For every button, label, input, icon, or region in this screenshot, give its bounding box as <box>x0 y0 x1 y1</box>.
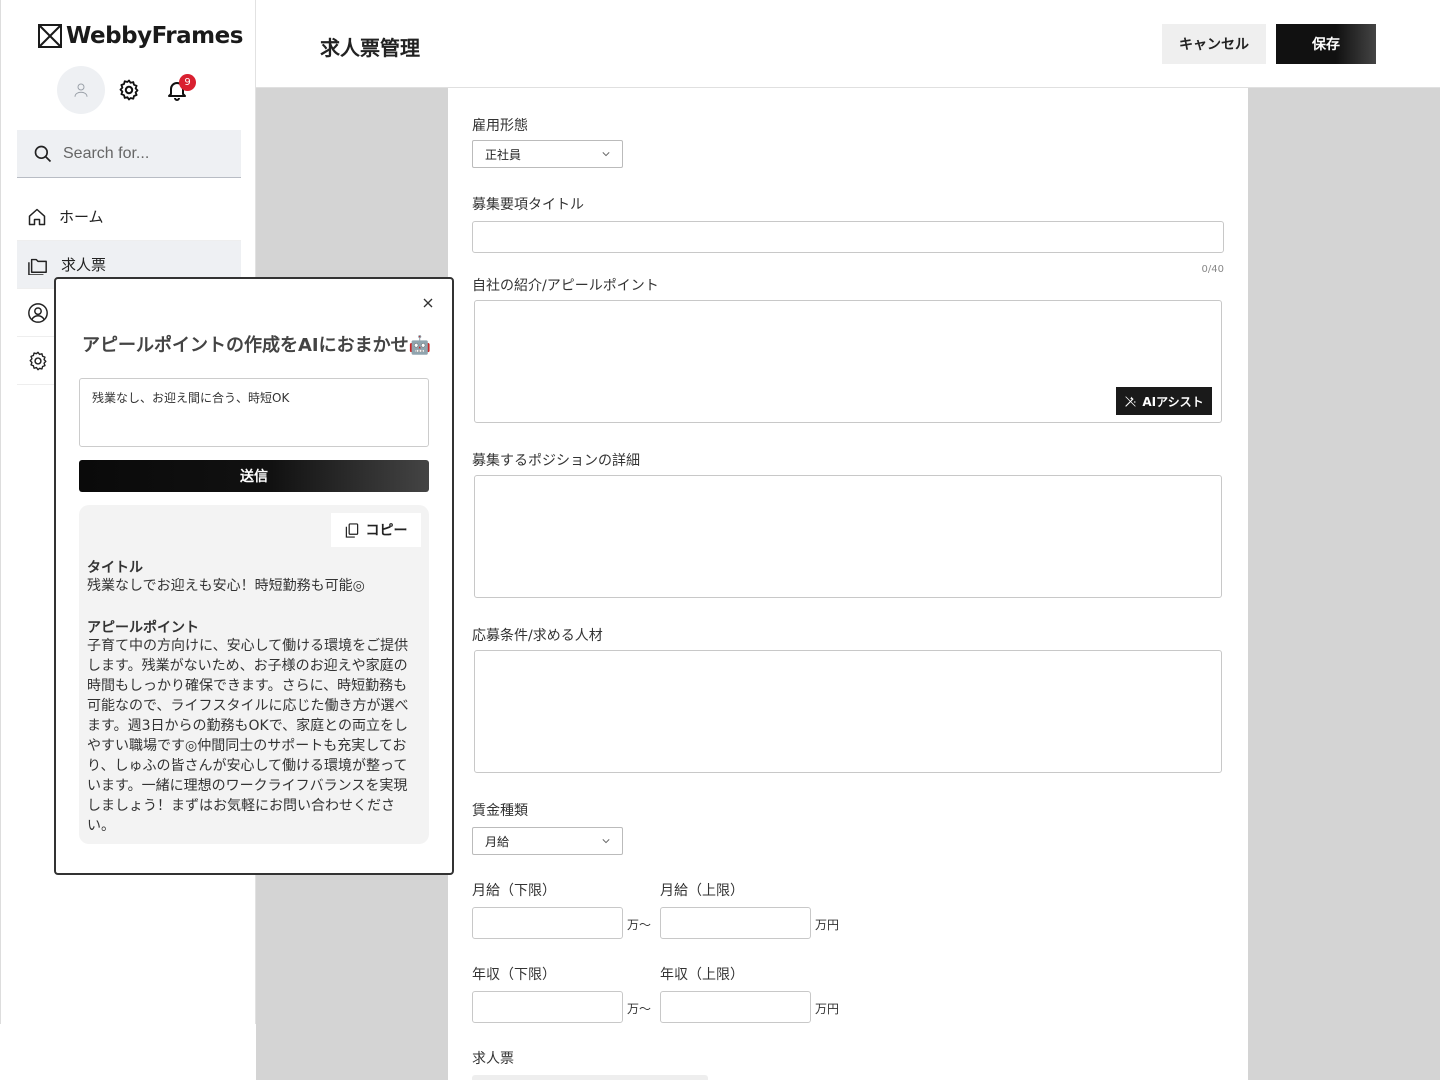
ai-prompt-input[interactable]: 残業なし、お迎え間に合う、時短OK <box>79 378 429 447</box>
logo-icon <box>38 24 62 48</box>
result-appeal-text: 子育て中の方向けに、安心して働ける環境をご提供します。残業がないため、お子様のお… <box>87 638 409 834</box>
chevron-down-icon <box>602 839 610 844</box>
monthly-max-label: 月給（上限） <box>660 883 744 899</box>
cancel-button[interactable]: キャンセル <box>1162 24 1266 64</box>
job-sheet-label: 求人票 <box>472 1051 514 1067</box>
annual-max-label: 年収（上限） <box>660 967 744 983</box>
result-title-text: 残業なしでお迎えも安心！時短勤務も可能◎ <box>87 578 365 594</box>
wage-type-select[interactable]: 月給 <box>472 827 623 855</box>
annual-max-unit: 万円 <box>815 1002 840 1016</box>
home-icon <box>28 208 46 225</box>
settings-button[interactable] <box>117 78 141 102</box>
position-detail-label: 募集するポジションの詳細 <box>472 453 640 469</box>
monthly-min-input[interactable] <box>472 907 623 939</box>
sidebar-item-home[interactable]: ホーム <box>17 193 241 241</box>
copy-button[interactable]: コピー <box>331 513 421 547</box>
annual-min-input[interactable] <box>472 991 623 1023</box>
monthly-min-unit: 万〜 <box>627 918 652 932</box>
folder-icon <box>28 258 47 275</box>
logo[interactable]: WebbyFrames <box>38 23 243 49</box>
position-detail-textarea[interactable] <box>474 475 1222 598</box>
annual-max-input[interactable] <box>660 991 811 1023</box>
close-button[interactable] <box>418 293 438 313</box>
ai-result-panel: コピー タイトル 残業なしでお迎えも安心！時短勤務も可能◎ アピールポイント 子… <box>79 505 429 844</box>
requirements-label: 応募条件/求める人材 <box>472 628 603 644</box>
copy-label: コピー <box>365 523 408 539</box>
user-icon <box>74 83 88 97</box>
annual-min-label: 年収（下限） <box>472 967 556 983</box>
page-title: 求人票管理 <box>320 36 420 60</box>
gear-icon <box>119 79 139 101</box>
send-button[interactable]: 送信 <box>79 460 429 492</box>
save-button[interactable]: 保存 <box>1276 24 1376 64</box>
modal-title: アピールポイントの作成をAIにおまかせ🤖 <box>82 335 432 356</box>
recruit-title-counter: 0/40 <box>1201 264 1224 275</box>
ai-appeal-modal: アピールポイントの作成をAIにおまかせ🤖 残業なし、お迎え間に合う、時短OK 送… <box>54 277 454 875</box>
employment-type-value: 正社員 <box>485 147 522 162</box>
recruit-title-label: 募集要項タイトル <box>472 197 584 213</box>
result-appeal-heading: アピールポイント <box>87 620 199 636</box>
user-toolbar: 9 <box>57 66 196 114</box>
recruit-title-input[interactable] <box>472 221 1224 253</box>
ai-assist-button[interactable]: AIアシスト <box>1116 387 1212 415</box>
user-circle-icon <box>28 302 48 323</box>
requirements-textarea[interactable] <box>474 650 1222 773</box>
ai-assist-label: AIアシスト <box>1142 394 1204 409</box>
appeal-textarea[interactable] <box>474 300 1222 423</box>
notification-badge: 9 <box>179 74 196 91</box>
appeal-label: 自社の紹介/アピールポイント <box>472 278 659 294</box>
search-box <box>17 130 241 178</box>
wage-type-value: 月給 <box>485 834 510 849</box>
annual-min-unit: 万〜 <box>627 1002 652 1016</box>
employment-type-select[interactable]: 正社員 <box>472 140 623 168</box>
search-input[interactable] <box>63 144 223 163</box>
search-icon <box>34 145 52 162</box>
monthly-max-unit: 万円 <box>815 918 840 932</box>
sidebar-item-label: 求人票 <box>61 256 107 274</box>
chevron-down-icon <box>602 152 610 157</box>
wage-type-label: 賃金種類 <box>472 803 528 819</box>
employment-type-label: 雇用形態 <box>472 118 528 134</box>
header: 求人票管理 キャンセル 保存 <box>256 0 1440 88</box>
result-title-heading: タイトル <box>87 560 143 576</box>
gear-icon <box>29 351 47 370</box>
logo-text: WebbyFrames <box>66 23 243 49</box>
monthly-min-label: 月給（下限） <box>472 883 556 899</box>
avatar[interactable] <box>57 66 105 114</box>
copy-icon <box>345 522 358 538</box>
monthly-max-input[interactable] <box>660 907 811 939</box>
sidebar-item-label: ホーム <box>59 208 104 226</box>
magic-wand-icon <box>1125 395 1137 407</box>
job-form: 雇用形態 正社員 募集要項タイトル 0/40 自社の紹介/アピールポイント AI… <box>448 88 1248 1080</box>
close-icon <box>423 298 433 308</box>
job-sheet-field[interactable] <box>472 1075 708 1080</box>
